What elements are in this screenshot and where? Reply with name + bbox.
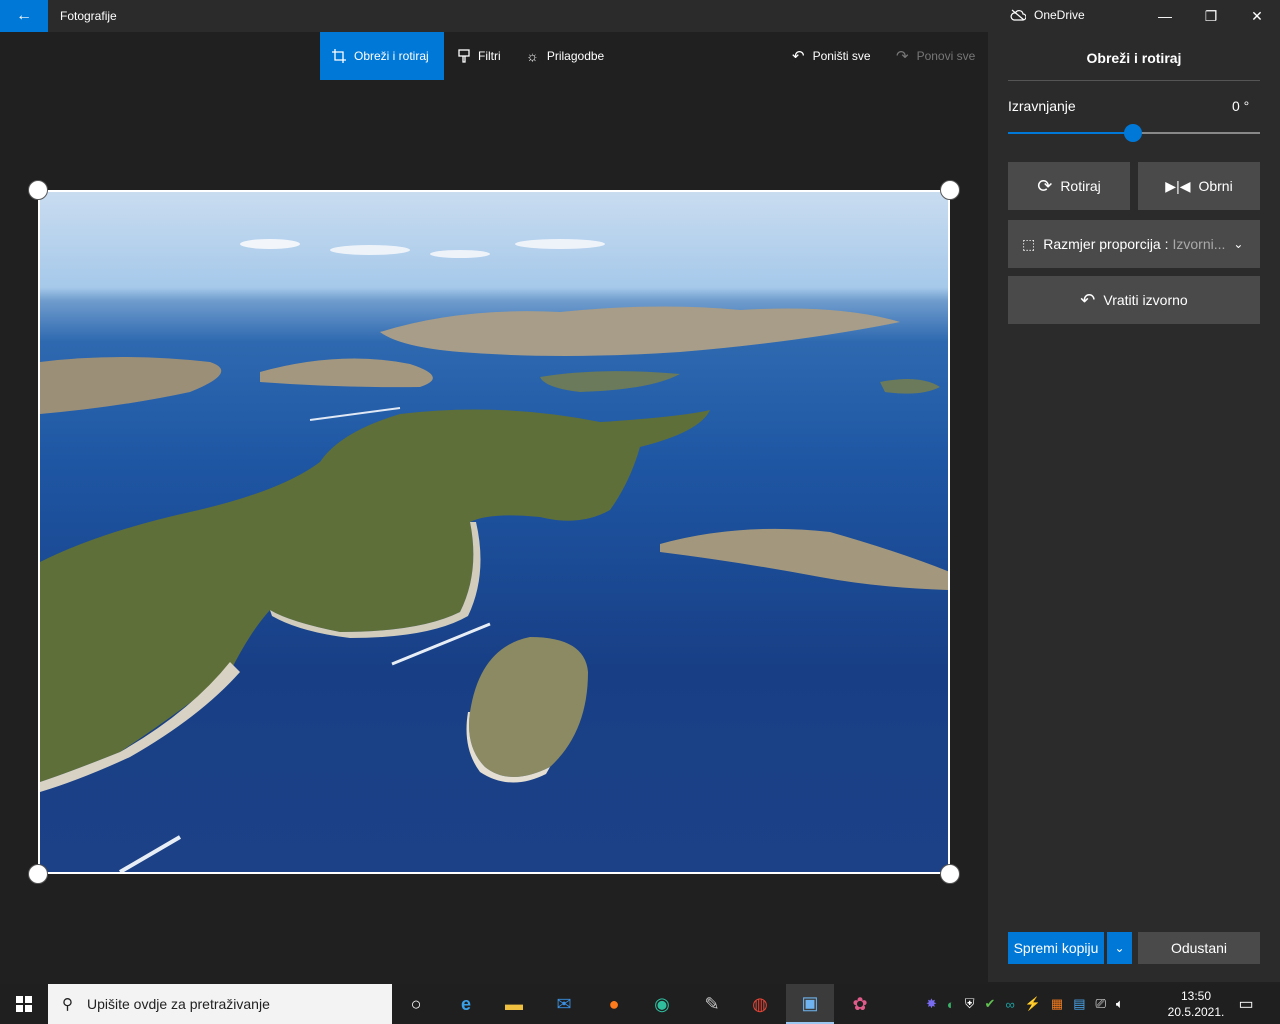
- straighten-label: Izravnjanje: [1008, 98, 1076, 114]
- paint-icon[interactable]: ✎: [688, 984, 736, 1024]
- rotate-button[interactable]: ⟳ Rotiraj: [1008, 162, 1130, 210]
- minimize-icon: —: [1158, 8, 1172, 24]
- edit-toolbar: Obreži i rotiraj Filtri ☼ Prilagodbe ↶ P…: [0, 32, 988, 80]
- save-copy-button[interactable]: Spremi kopiju: [1008, 932, 1104, 964]
- undo-all-label: Poništi sve: [812, 49, 871, 63]
- straighten-slider-fill: [1008, 132, 1134, 134]
- flip-icon: ▶|◀: [1165, 177, 1191, 194]
- back-button[interactable]: ←: [0, 0, 48, 32]
- onedrive-status[interactable]: OneDrive: [1010, 8, 1085, 22]
- crop-handle-bottom-right[interactable]: [940, 864, 960, 884]
- arrow-left-icon: ←: [16, 7, 32, 24]
- app-title: Fotografije: [60, 9, 117, 23]
- tab-filters-label: Filtri: [478, 49, 501, 63]
- aerial-island-photo: [40, 239, 948, 872]
- file-explorer-icon[interactable]: ▬: [490, 984, 538, 1024]
- panel-divider: [1008, 80, 1260, 81]
- close-button[interactable]: ✕: [1234, 0, 1280, 32]
- photo-preview[interactable]: [38, 190, 950, 874]
- flip-button[interactable]: ▶|◀ Obrni: [1138, 162, 1260, 210]
- save-options-dropdown[interactable]: ⌄: [1107, 932, 1132, 964]
- paint-3d-icon[interactable]: ✿: [836, 984, 884, 1024]
- flip-label: Obrni: [1198, 178, 1233, 194]
- taskbar-search-box[interactable]: ⚲ Upišite ovdje za pretraživanje: [48, 984, 392, 1024]
- photos-app-icon[interactable]: ▣: [786, 984, 834, 1024]
- chrome-icon[interactable]: ◍: [736, 984, 784, 1024]
- tab-adjustments-label: Prilagodbe: [546, 49, 605, 63]
- onedrive-label: OneDrive: [1034, 8, 1085, 22]
- notifications-icon[interactable]: ▭: [1226, 984, 1266, 1024]
- close-icon: ✕: [1251, 7, 1263, 24]
- undo-icon: ↶: [792, 48, 805, 65]
- chevron-down-icon: ⌄: [1114, 941, 1125, 955]
- restore-icon: ❐: [1204, 7, 1218, 24]
- search-placeholder: Upišite ovdje za pretraživanje: [87, 996, 270, 1012]
- title-bar: ← Fotografije OneDrive — ❐ ✕: [0, 0, 1280, 32]
- reset-button[interactable]: ↶ Vratiti izvorno: [1008, 276, 1260, 324]
- aspect-ratio-icon: ⬚: [1022, 235, 1036, 252]
- rotate-icon: ⟳: [1037, 175, 1053, 196]
- tray-app-icon[interactable]: ▦: [1051, 996, 1063, 1012]
- clock-date: 20.5.2021.: [1167, 1005, 1225, 1019]
- tray-app-icon[interactable]: ✸: [926, 996, 937, 1012]
- aspect-ratio-value: Izvorni...: [1172, 236, 1226, 252]
- search-icon: ⚲: [62, 996, 73, 1013]
- sun-icon: ☼: [526, 48, 539, 64]
- mail-icon[interactable]: ✉: [540, 984, 588, 1024]
- tray-app-icon[interactable]: ∞: [1005, 997, 1014, 1012]
- edge-icon[interactable]: ◉: [638, 984, 686, 1024]
- crop-handle-top-right[interactable]: [940, 180, 960, 200]
- volume-icon[interactable]: 🔈︎: [1116, 996, 1124, 1012]
- windows-logo-icon: [16, 996, 32, 1012]
- tab-crop-rotate-label: Obreži i rotiraj: [354, 49, 429, 63]
- network-icon[interactable]: ⎚: [1096, 996, 1106, 1012]
- task-view-icon[interactable]: ○: [392, 984, 440, 1024]
- panel-title: Obreži i rotiraj: [1086, 50, 1182, 66]
- straighten-value: 0 °: [1232, 98, 1250, 114]
- tray-app-icon[interactable]: ⚡: [1025, 996, 1041, 1012]
- aspect-ratio-dropdown[interactable]: ⬚ Razmjer proporcija : Izvorni... ⌄: [1008, 220, 1260, 268]
- reset-icon: ↶: [1080, 289, 1096, 310]
- restore-button[interactable]: ❐: [1188, 0, 1234, 32]
- redo-all-label: Ponovi sve: [916, 49, 976, 63]
- brush-icon: [458, 49, 470, 63]
- straighten-slider-thumb[interactable]: [1124, 124, 1142, 142]
- aspect-ratio-label: Razmjer proporcija :: [1043, 236, 1169, 252]
- reset-label: Vratiti izvorno: [1103, 292, 1188, 308]
- rotate-label: Rotiraj: [1060, 178, 1101, 194]
- tab-crop-rotate[interactable]: Obreži i rotiraj: [320, 32, 444, 80]
- cancel-button[interactable]: Odustani: [1138, 932, 1260, 964]
- chevron-down-icon: ⌄: [1233, 237, 1244, 251]
- crop-handle-bottom-left[interactable]: [28, 864, 48, 884]
- firefox-icon[interactable]: ●: [590, 984, 638, 1024]
- taskbar-clock[interactable]: 13:50 20.5.2021.: [1164, 988, 1228, 1020]
- tab-filters[interactable]: Filtri: [446, 32, 513, 80]
- crop-icon: [332, 49, 346, 63]
- tray-shield-icon[interactable]: ⛨: [965, 996, 975, 1012]
- clock-time: 13:50: [1180, 989, 1212, 1003]
- internet-explorer-icon[interactable]: e: [442, 984, 490, 1024]
- redo-all-button[interactable]: ↷ Ponovi sve: [884, 32, 987, 80]
- crop-rotate-panel: Obreži i rotiraj Izravnjanje 0 ° ⟳ Rotir…: [988, 32, 1280, 982]
- cloud-icon: [1010, 9, 1026, 21]
- tray-app-icon[interactable]: ✔: [985, 996, 996, 1012]
- tray-app-icon[interactable]: ▤: [1073, 996, 1085, 1012]
- crop-handle-top-left[interactable]: [28, 180, 48, 200]
- redo-icon: ↷: [896, 48, 909, 65]
- tray-app-icon[interactable]: ◐: [947, 997, 955, 1012]
- tab-adjustments[interactable]: ☼ Prilagodbe: [514, 32, 616, 80]
- system-tray: ✸ ◐ ⛨ ✔ ∞ ⚡ ▦ ▤ ⎚ 🔈︎: [926, 984, 1124, 1024]
- minimize-button[interactable]: —: [1142, 0, 1188, 32]
- windows-taskbar: ⚲ Upišite ovdje za pretraživanje ○ e ▬ ✉…: [0, 984, 1280, 1024]
- start-button[interactable]: [0, 984, 48, 1024]
- undo-all-button[interactable]: ↶ Poništi sve: [780, 32, 883, 80]
